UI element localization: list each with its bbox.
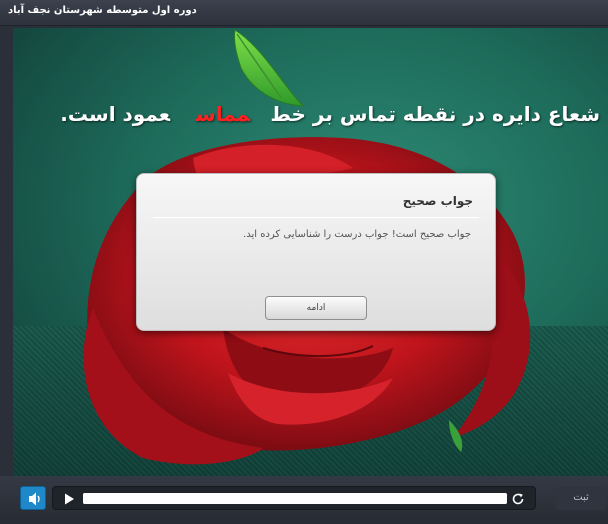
dialog-divider: [153, 217, 479, 218]
playback-controls: ثبت: [0, 476, 608, 524]
heading-part2: عمود است.: [60, 102, 171, 126]
slide-heading: شعاع دایره در نقطه تماس بر خط مماس عمود اس…: [60, 102, 600, 126]
window-title: دوره اول متوسطه شهرستان نجف آباد: [8, 5, 197, 16]
heading-keyword: مماس: [196, 102, 251, 126]
submit-button[interactable]: ثبت: [556, 486, 606, 510]
seek-bar-container: [52, 486, 536, 510]
replay-icon[interactable]: [510, 491, 526, 507]
dialog-message: جواب صحیح است! جواب درست را شناسایی کرده…: [243, 229, 471, 240]
player-window: دوره اول متوسطه شهرستان نجف آباد شعاع دا…: [0, 0, 608, 524]
dialog-title: جواب صحیح: [402, 194, 473, 208]
heading-part1: شعاع دایره در نقطه تماس بر خط: [272, 102, 600, 126]
feedback-dialog: جواب صحیح جواب صحیح است! جواب درست را شن…: [136, 173, 496, 331]
progress-fill: [83, 493, 507, 504]
play-icon[interactable]: [63, 492, 75, 506]
continue-button[interactable]: ادامه: [265, 296, 367, 320]
progress-bar[interactable]: [83, 493, 507, 504]
volume-button[interactable]: [20, 486, 46, 510]
title-bar: دوره اول متوسطه شهرستان نجف آباد: [0, 0, 608, 26]
speaker-icon: [29, 492, 40, 506]
